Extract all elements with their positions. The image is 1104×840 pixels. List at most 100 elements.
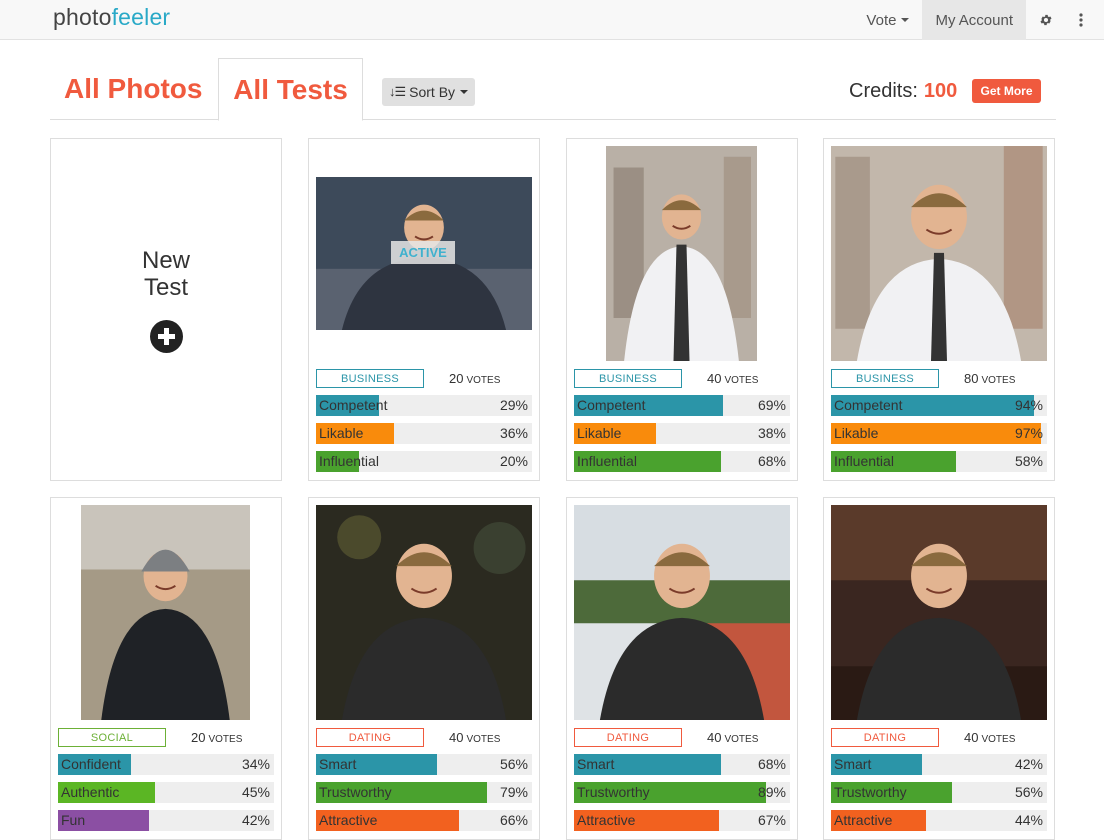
score-bar: Competent 69% [574, 395, 790, 416]
score-bar: Influential 58% [831, 451, 1047, 472]
vote-count-number: 40 [449, 730, 464, 745]
score-label: Attractive [577, 812, 636, 828]
test-photo[interactable] [831, 505, 1047, 720]
score-label: Smart [577, 756, 615, 772]
score-bar: Competent 29% [316, 395, 532, 416]
test-photo[interactable] [316, 505, 532, 720]
vote-count-word: votes [981, 375, 1016, 386]
vote-count-word: votes [466, 734, 501, 745]
photofeeler-logo[interactable]: photofeeler [53, 4, 170, 31]
score-bar: Smart 42% [831, 754, 1047, 775]
test-card[interactable]: BUSINESS 80 votes Competent 94% Likable 97% Inf… [823, 138, 1055, 481]
score-percent: 45% [241, 784, 270, 800]
vote-count-word: votes [466, 375, 501, 386]
score-percent: 42% [241, 812, 270, 828]
vote-count: 40 votes [449, 729, 500, 748]
vote-count-number: 20 [449, 371, 464, 386]
vote-count-number: 20 [191, 730, 206, 745]
vote-menu-label: Vote [866, 11, 897, 29]
credits-display: Credits: 100 [849, 78, 957, 104]
sort-icon: ↓☰ [388, 84, 406, 99]
score-percent: 29% [499, 397, 528, 413]
score-label: Fun [61, 812, 86, 828]
new-test-label: New Test [51, 247, 281, 301]
tests-toolbar: All Photos All Tests ↓☰ Sort By Credits:… [50, 58, 1056, 121]
vote-count: 80 votes [964, 370, 1015, 389]
settings-button[interactable] [1026, 0, 1066, 40]
score-percent: 20% [499, 453, 528, 469]
test-photo[interactable] [831, 146, 1047, 361]
score-percent: 68% [757, 756, 786, 772]
test-photo[interactable] [81, 505, 250, 720]
score-label: Likable [319, 425, 364, 441]
caret-down-icon [901, 18, 910, 22]
score-percent: 58% [1014, 453, 1043, 469]
score-bar: Smart 68% [574, 754, 790, 775]
score-bar: Smart 56% [316, 754, 532, 775]
score-percent: 42% [1014, 756, 1043, 772]
score-bar: Authentic 45% [58, 782, 274, 803]
category-badge: DATING [316, 728, 424, 747]
sort-by-dropdown[interactable]: ↓☰ Sort By [382, 78, 475, 106]
logo-part-feeler: feeler [111, 4, 171, 30]
vertical-dots-icon [1079, 13, 1083, 27]
score-label: Smart [319, 756, 357, 772]
vote-count-word: votes [208, 734, 243, 745]
score-bar: Influential 68% [574, 451, 790, 472]
test-photo[interactable] [574, 505, 790, 720]
score-percent: 34% [241, 756, 270, 772]
vote-count: 40 votes [707, 729, 758, 748]
test-card[interactable]: BUSINESS 40 votes Competent 69% Likable 38% Inf… [566, 138, 798, 481]
score-percent: 79% [499, 784, 528, 800]
test-card[interactable]: DATING 40 votes Smart 42% Trustworthy 56% Attra… [823, 497, 1055, 840]
my-account-link[interactable]: My Account [922, 0, 1026, 40]
score-percent: 67% [757, 812, 786, 828]
get-more-credits-button[interactable]: Get More [972, 79, 1041, 103]
score-bar: Confident 34% [58, 754, 274, 775]
vote-count: 40 votes [707, 370, 758, 389]
score-label: Competent [834, 397, 903, 413]
vote-count-number: 80 [964, 371, 979, 386]
score-bar: Attractive 66% [316, 810, 532, 831]
test-card[interactable]: SOCIAL 20 votes Confident 34% Authentic 45% Fun… [50, 497, 282, 840]
vote-count-word: votes [724, 375, 759, 386]
vote-menu[interactable]: Vote [866, 0, 922, 40]
score-label: Competent [577, 397, 646, 413]
test-card[interactable]: DATING 40 votes Smart 56% Trustworthy 79% Attra… [308, 497, 540, 840]
top-navbar: photofeeler Vote My Account [0, 0, 1104, 40]
score-bar: Influential 20% [316, 451, 532, 472]
test-photo[interactable] [606, 146, 757, 361]
new-test-card[interactable]: New Test [50, 138, 282, 481]
category-badge: BUSINESS [831, 369, 939, 388]
tab-all-photos[interactable]: All Photos [64, 58, 202, 120]
score-percent: 44% [1014, 812, 1043, 828]
plus-circle-icon[interactable] [150, 320, 183, 353]
my-account-label: My Account [935, 11, 1013, 29]
nav-right: Vote My Account [866, 0, 1104, 40]
score-bar: Likable 97% [831, 423, 1047, 444]
category-badge: BUSINESS [574, 369, 682, 388]
vote-count-word: votes [981, 734, 1016, 745]
new-test-line-1: New [141, 247, 190, 274]
score-bar: Trustworthy 56% [831, 782, 1047, 803]
test-card[interactable]: DATING 40 votes Smart 68% Trustworthy 89% Attra… [566, 497, 798, 840]
category-badge: DATING [831, 728, 939, 747]
score-percent: 66% [499, 812, 528, 828]
test-photo[interactable]: ACTIVE [316, 177, 532, 330]
score-percent: 38% [757, 425, 786, 441]
active-badge: ACTIVE [391, 241, 455, 264]
score-label: Likable [577, 425, 622, 441]
category-badge: SOCIAL [58, 728, 166, 747]
score-percent: 97% [1014, 425, 1043, 441]
score-bar: Fun 42% [58, 810, 274, 831]
credits-value: 100 [923, 80, 958, 102]
vote-count: 20 votes [191, 729, 242, 748]
score-percent: 36% [499, 425, 528, 441]
test-card[interactable]: ACTIVE BUSINESS 20 votes Competent 29% Likable… [308, 138, 540, 481]
score-bar: Trustworthy 79% [316, 782, 532, 803]
tab-all-tests[interactable]: All Tests [218, 58, 363, 121]
score-bar: Competent 94% [831, 395, 1047, 416]
score-label: Influential [834, 453, 894, 469]
more-options-button[interactable] [1066, 0, 1104, 40]
vote-count-number: 40 [707, 371, 722, 386]
